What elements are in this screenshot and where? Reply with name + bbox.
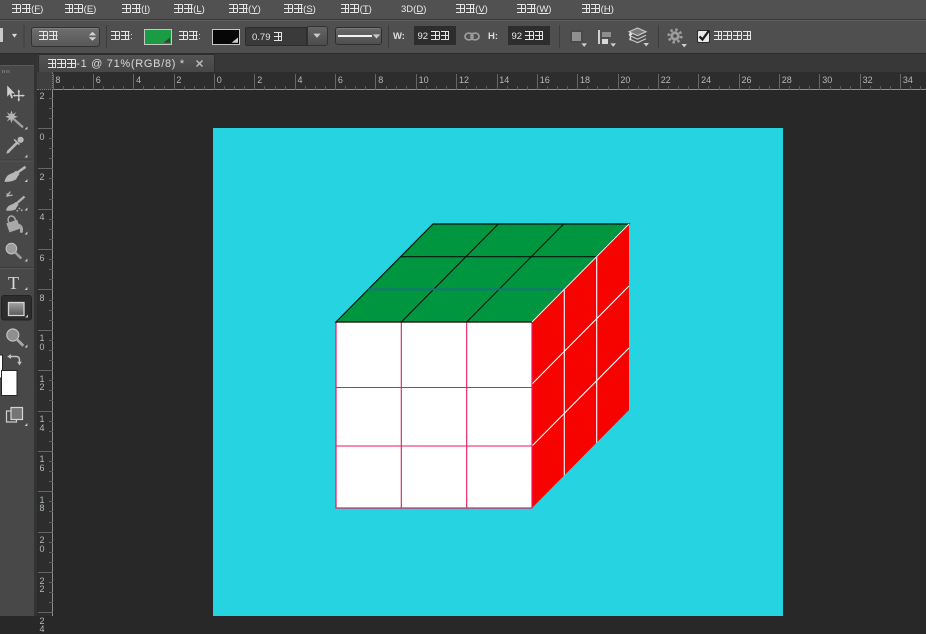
svg-text:T: T bbox=[8, 273, 19, 293]
